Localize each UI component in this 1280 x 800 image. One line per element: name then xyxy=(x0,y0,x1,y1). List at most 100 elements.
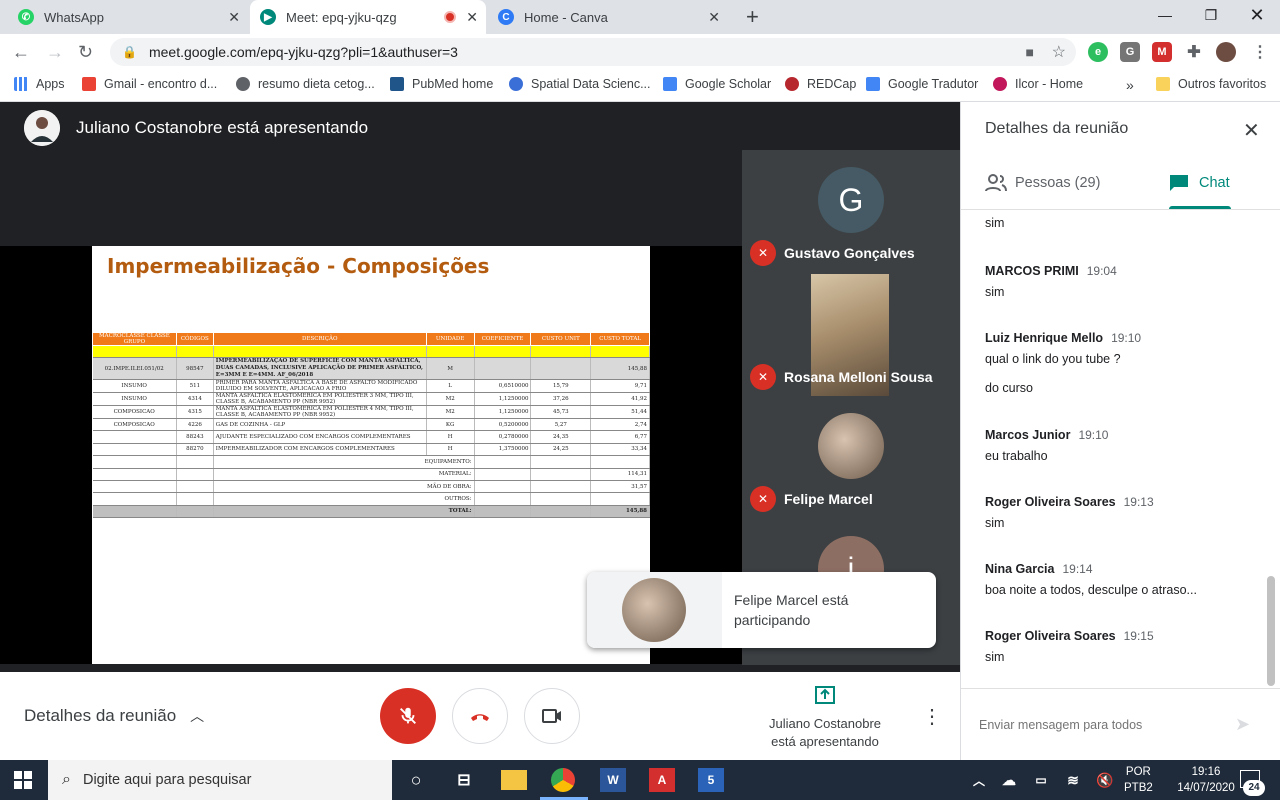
tab-chat[interactable]: Chat xyxy=(1169,174,1230,192)
menu-kebab-icon[interactable]: ⋮ xyxy=(1250,42,1270,62)
close-tab-icon[interactable]: ✕ xyxy=(466,9,478,26)
meeting-details-toggle[interactable]: Detalhes da reunião ︿ xyxy=(24,706,204,726)
message-time: 19:14 xyxy=(1062,562,1093,576)
cortana-icon[interactable]: ○ xyxy=(403,768,429,792)
participant-initial-avatar: G xyxy=(818,167,884,233)
table-row: INSUMO 4314 MANTA ASFALTICA ELASTOMERICA E… xyxy=(92,392,650,406)
column-header: UNIDADE xyxy=(425,332,475,346)
extension-g-icon[interactable]: G xyxy=(1120,42,1140,62)
clock[interactable]: 19:16 14/07/2020 xyxy=(1176,764,1236,796)
reload-icon[interactable]: ↻ xyxy=(78,42,93,63)
message-text: sim xyxy=(985,516,1005,530)
extensions-puzzle-icon[interactable]: ✚ xyxy=(1184,42,1204,62)
close-panel-icon[interactable]: ✕ xyxy=(1243,118,1260,143)
onedrive-icon[interactable]: ☁ xyxy=(996,768,1022,792)
close-window-icon[interactable]: ✕ xyxy=(1234,0,1280,30)
tab-meet[interactable]: ▶ Meet: epq-yjku-qzg ✕ xyxy=(250,0,486,34)
more-options-icon[interactable]: ⋮ xyxy=(922,704,942,729)
presenting-status[interactable]: Juliano Costanobre está apresentando xyxy=(760,686,890,751)
divider xyxy=(961,209,1280,210)
summary-total-row: TOTAL: 145,88 xyxy=(92,505,650,519)
bookmark-spatial[interactable]: Spatial Data Scienc... xyxy=(509,77,651,91)
participant-tile[interactable]: G ✕ Gustavo Gonçalves xyxy=(742,150,960,268)
forward-icon[interactable]: → xyxy=(46,42,64,63)
bookmark-gmail[interactable]: Gmail - encontro d... xyxy=(82,77,217,91)
profile-avatar[interactable] xyxy=(1216,42,1236,62)
tab-title: Meet: epq-yjku-qzg xyxy=(286,9,397,25)
participant-tile[interactable]: j xyxy=(742,522,960,572)
task-view-icon[interactable]: ⊟ xyxy=(451,768,477,792)
tab-canva[interactable]: C Home - Canva ✕ xyxy=(488,0,728,34)
meet-icon: ▶ xyxy=(260,9,276,25)
gmail-icon xyxy=(82,77,96,91)
panel-title: Detalhes da reunião xyxy=(985,120,1129,137)
message-author: Luiz Henrique Mello xyxy=(985,331,1104,345)
bookmark-scholar[interactable]: Google Scholar xyxy=(663,77,771,91)
bookmark-ilcor[interactable]: Ilcor - Home xyxy=(993,77,1083,91)
language-indicator[interactable]: POR PTB2 xyxy=(1124,764,1153,796)
volume-mute-icon[interactable]: 🔇 xyxy=(1092,768,1118,792)
close-tab-icon[interactable]: ✕ xyxy=(708,9,720,26)
bookmark-resumo[interactable]: resumo dieta cetog... xyxy=(236,77,375,91)
lock-icon: 🔒 xyxy=(122,45,137,59)
participant-tile[interactable]: ✕ Felipe Marcel xyxy=(742,398,960,522)
camera-icon[interactable]: ■ xyxy=(1026,44,1034,60)
message-text: sim xyxy=(985,650,1005,664)
chat-message-input[interactable] xyxy=(979,714,1209,736)
windows-start-icon[interactable] xyxy=(14,771,32,794)
participant-tile[interactable]: ✕ Rosana Melloni Sousa xyxy=(742,268,960,398)
close-tab-icon[interactable]: ✕ xyxy=(228,9,240,26)
bookmark-apps[interactable]: Apps xyxy=(14,77,65,91)
message-text: boa noite a todos, desculpe o atraso... xyxy=(985,583,1197,597)
app-5-icon[interactable]: 5 xyxy=(698,768,724,792)
send-icon[interactable]: ➤ xyxy=(1235,714,1250,735)
battery-icon[interactable]: ▭ xyxy=(1028,768,1054,792)
message-author: Roger Oliveira Soares xyxy=(985,495,1116,509)
composition-table: MACROCLASSE CLASSE GRUPO CÓDIGOS DESCRIÇ… xyxy=(92,332,650,519)
acrobat-icon[interactable]: A xyxy=(649,768,675,792)
column-header: CUSTO UNIT xyxy=(530,332,592,346)
bookmark-tradutor[interactable]: Google Tradutor xyxy=(866,77,978,91)
bookmark-pubmed[interactable]: PubMed home xyxy=(390,77,493,91)
back-icon[interactable]: ← xyxy=(12,42,30,63)
summary-row: MÃO DE OBRA: 31,57 xyxy=(92,480,650,494)
chrome-icon[interactable] xyxy=(551,768,575,792)
minimize-icon[interactable]: — xyxy=(1142,0,1188,30)
chat-message: Roger Oliveira Soares 19:13 sim xyxy=(985,495,1154,530)
message-author: Nina Garcia xyxy=(985,562,1055,576)
table-row xyxy=(92,345,650,358)
table-row: COMPOSICAO 4226 GAS DE COZINHA - GLP KG 0,52… xyxy=(92,418,650,432)
message-time: 19:04 xyxy=(1086,264,1117,278)
taskbar-search-box[interactable]: ⌕ Digite aqui para pesquisar xyxy=(48,760,392,800)
extension-m-icon[interactable]: M xyxy=(1152,42,1172,62)
wifi-icon[interactable]: ≋ xyxy=(1060,768,1086,792)
bookmarks-overflow-icon[interactable]: » xyxy=(1126,77,1134,93)
chevron-up-icon: ︿ xyxy=(190,708,205,724)
new-tab-icon[interactable]: + xyxy=(736,0,760,34)
message-author: MARCOS PRIMI xyxy=(985,264,1079,278)
tab-people[interactable]: Pessoas (29) xyxy=(985,174,1100,192)
participant-initial-avatar: j xyxy=(818,536,884,572)
camera-toggle-button[interactable] xyxy=(524,688,580,744)
show-hidden-icons-icon[interactable]: ︿ xyxy=(966,768,992,792)
bookmark-redcap[interactable]: REDCap xyxy=(785,77,856,91)
participant-photo-avatar xyxy=(622,578,686,642)
heart-icon xyxy=(993,77,1007,91)
bookmark-outros[interactable]: Outros favoritos xyxy=(1156,77,1266,91)
word-icon[interactable]: W xyxy=(600,768,626,792)
chat-message: MARCOS PRIMI 19:04 sim xyxy=(985,264,1117,299)
chat-message-text: sim xyxy=(985,216,1005,230)
chat-scrollbar[interactable] xyxy=(1267,576,1275,686)
toast-text: Felipe Marcel está participando xyxy=(734,592,849,628)
file-explorer-icon[interactable] xyxy=(501,770,527,790)
leave-call-button[interactable] xyxy=(452,688,508,744)
chat-message: Luiz Henrique Mello 19:10 qual o link do … xyxy=(985,331,1141,395)
mute-microphone-button[interactable] xyxy=(380,688,436,744)
evernote-icon[interactable]: e xyxy=(1088,42,1108,62)
restore-icon[interactable]: ❐ xyxy=(1188,0,1234,30)
tab-whatsapp[interactable]: ✆ WhatsApp ✕ xyxy=(8,0,248,34)
address-bar[interactable]: 🔒 meet.google.com/epq-yjku-qzg?pli=1&aut… xyxy=(110,38,1076,66)
message-time: 19:15 xyxy=(1123,629,1154,643)
mic-off-icon xyxy=(400,707,416,724)
bookmark-star-icon[interactable]: ☆ xyxy=(1052,42,1066,62)
